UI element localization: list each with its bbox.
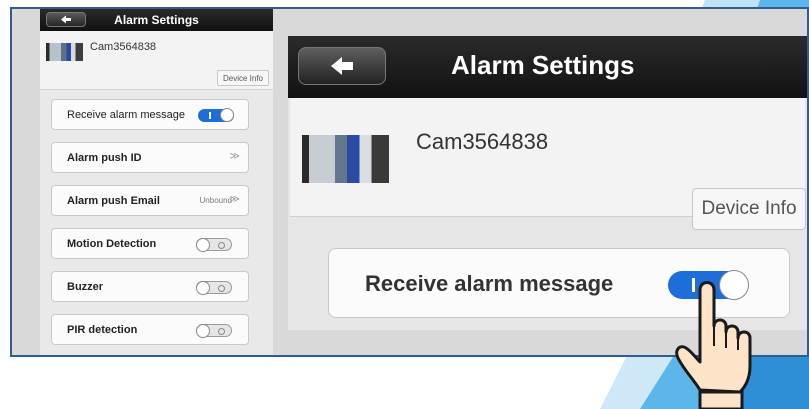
- zoom-page-title: Alarm Settings: [451, 50, 635, 80]
- zoom-camera-card[interactable]: Cam3564838 Device Info: [290, 98, 806, 230]
- zoom-device-info-button[interactable]: Device Info: [692, 188, 806, 230]
- email-status-value: Unbound: [199, 196, 232, 205]
- pointing-hand-icon: [675, 281, 752, 409]
- small-row-pir-detection[interactable]: PIR detection: [51, 314, 249, 345]
- chevron-right-icon: ≫: [229, 194, 240, 205]
- small-row-alarm-push-email[interactable]: Alarm push Email Unbound ≫: [51, 185, 249, 216]
- row-label: Receive alarm message: [365, 271, 614, 296]
- zoom-camera-thumbnail: [302, 135, 389, 183]
- receive-alarm-toggle[interactable]: [198, 108, 234, 122]
- small-row-receive-alarm[interactable]: Receive alarm message: [51, 99, 249, 130]
- zoom-header-bar: Alarm Settings: [288, 36, 807, 98]
- small-camera-name: Cam3564838: [90, 41, 157, 53]
- chevron-right-icon: ≫: [229, 151, 240, 162]
- zoom-back-button[interactable]: [298, 47, 386, 85]
- zoom-camera-name: Cam3564838: [416, 129, 549, 154]
- small-row-alarm-push-id[interactable]: Alarm push ID ≫: [51, 142, 249, 173]
- row-label: PIR detection: [67, 324, 138, 336]
- motion-detection-toggle[interactable]: [196, 238, 232, 252]
- pir-detection-toggle[interactable]: [196, 324, 232, 338]
- row-label: Motion Detection: [67, 238, 157, 250]
- small-settings-panel: Alarm Settings Cam3564838 Device Info Re…: [40, 9, 273, 355]
- row-label: Receive alarm message: [67, 109, 185, 121]
- buzzer-toggle[interactable]: [196, 281, 232, 295]
- small-header-bar: Alarm Settings: [40, 9, 273, 31]
- small-camera-card[interactable]: Cam3564838 Device Info: [40, 31, 273, 90]
- small-camera-thumbnail: [46, 43, 83, 61]
- back-arrow-icon: [331, 57, 353, 75]
- small-row-buzzer[interactable]: Buzzer: [51, 271, 249, 302]
- small-page-title: Alarm Settings: [114, 13, 199, 27]
- row-label: Buzzer: [67, 281, 104, 293]
- row-label: Alarm push Email: [67, 195, 160, 207]
- small-row-motion-detection[interactable]: Motion Detection: [51, 228, 249, 259]
- small-device-info-button[interactable]: Device Info: [217, 70, 269, 86]
- row-label: Alarm push ID: [67, 152, 142, 164]
